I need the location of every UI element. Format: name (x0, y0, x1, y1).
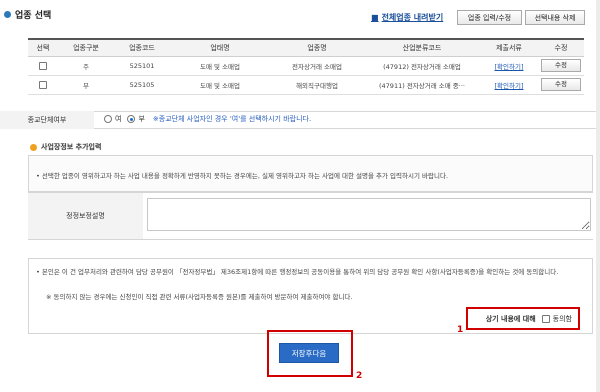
row-business: 도매 및 소매업 (170, 56, 270, 76)
religious-org-hint: ※종교단체 사업자인 경우 '여'를 선택하시기 바랍니다. (152, 115, 312, 123)
consent-text: • 본인은 이 건 업무처리와 관련하여 담당 공무원이 「전자정부법」 제36… (36, 268, 559, 276)
radio-no[interactable] (127, 115, 136, 123)
col-header-select: 선택 (28, 38, 58, 57)
agree-checkbox[interactable] (541, 314, 550, 323)
row-industry: 전자상거래 소매업 (270, 56, 364, 76)
save-next-button[interactable]: 저장후다음 (279, 343, 339, 363)
section-title-text: 업종 선택 (15, 10, 52, 21)
row-code: 525105 (114, 75, 170, 95)
table-row: 부 525105 도매 및 소매업 해외직구대행업 (47911) 전자상거래 … (28, 75, 584, 95)
col-header-class-code: 산업분류코드 (364, 38, 480, 57)
radio-yes[interactable] (104, 115, 112, 123)
radio-yes-label: 여 (115, 115, 122, 123)
row-class-code: (47912) 전자상거래 소매업 (364, 56, 480, 76)
row-doc-link[interactable]: [확인하기] (495, 63, 524, 71)
religious-org-label: 종교단체여부 (0, 111, 94, 129)
row-doc-link[interactable]: [확인하기] (495, 82, 524, 90)
section-title: 업종 선택 (4, 7, 51, 21)
row-edit-button[interactable]: 수정 (541, 59, 581, 72)
col-header-documents: 제출서류 (480, 38, 538, 57)
extra-info-description: • 선택한 업종이 영위하고자 하는 사업 내용을 정확하게 반영하지 못하는 … (36, 172, 449, 180)
download-icon: ■ (371, 13, 379, 22)
industry-edit-button[interactable]: 업종 입력/수정 (457, 10, 522, 25)
col-header-type: 업종구분 (58, 38, 114, 57)
row-select-checkbox[interactable] (39, 80, 47, 89)
col-header-business: 업태명 (170, 38, 270, 57)
subsection-bullet-icon (30, 143, 37, 151)
annotation-marker-1: 1 (457, 325, 464, 335)
correction-textarea[interactable] (147, 198, 591, 231)
row-type: 부 (58, 75, 114, 95)
divider (28, 239, 593, 240)
extra-info-title: 사업장정보 추가입력 (30, 142, 101, 152)
row-select-checkbox[interactable] (39, 61, 47, 70)
religious-org-options: 여 부 ※종교단체 사업자인 경우 '여'를 선택하시기 바랍니다. (104, 114, 311, 124)
row-edit-button[interactable]: 수정 (541, 78, 581, 91)
col-header-edit: 수정 (538, 38, 584, 57)
row-business: 도매 및 소매업 (170, 75, 270, 95)
row-type: 주 (58, 56, 114, 76)
download-all-industries-link[interactable]: ■ 전체업종 내려받기 (371, 12, 443, 23)
scrollbar[interactable] (596, 0, 600, 392)
row-code: 525101 (114, 56, 170, 76)
row-industry: 해외직구대행업 (270, 75, 364, 95)
col-header-industry: 업종명 (270, 38, 364, 57)
row-class-code: (47911) 전자상거래 소매 중··· (364, 75, 480, 95)
table-row: 주 525101 도매 및 소매업 전자상거래 소매업 (47912) 전자상거… (28, 56, 584, 76)
correction-label: 정정보정설명 (28, 193, 143, 239)
annotation-marker-2: 2 (356, 371, 363, 381)
table-header-row: 선택 업종구분 업종코드 업태명 업종명 산업분류코드 제출서류 수정 (28, 38, 584, 57)
agree-consent-highlight: 상기 내용에 대해 동의함 (466, 307, 580, 330)
industry-table: 선택 업종구분 업종코드 업태명 업종명 산업분류코드 제출서류 수정 주 52… (28, 38, 584, 95)
consent-note: ※ 동의하지 않는 경우에는 신청인이 직접 관련 서류(사업자등록증 원본)를… (46, 293, 353, 301)
agree-label: 동의함 (552, 314, 572, 323)
col-header-code: 업종코드 (114, 38, 170, 57)
radio-no-label: 부 (138, 115, 145, 123)
delete-selected-button[interactable]: 선택내용 삭제 (525, 10, 585, 25)
agree-prefix: 상기 내용에 대해 (485, 314, 536, 323)
section-bullet-icon (4, 10, 11, 18)
